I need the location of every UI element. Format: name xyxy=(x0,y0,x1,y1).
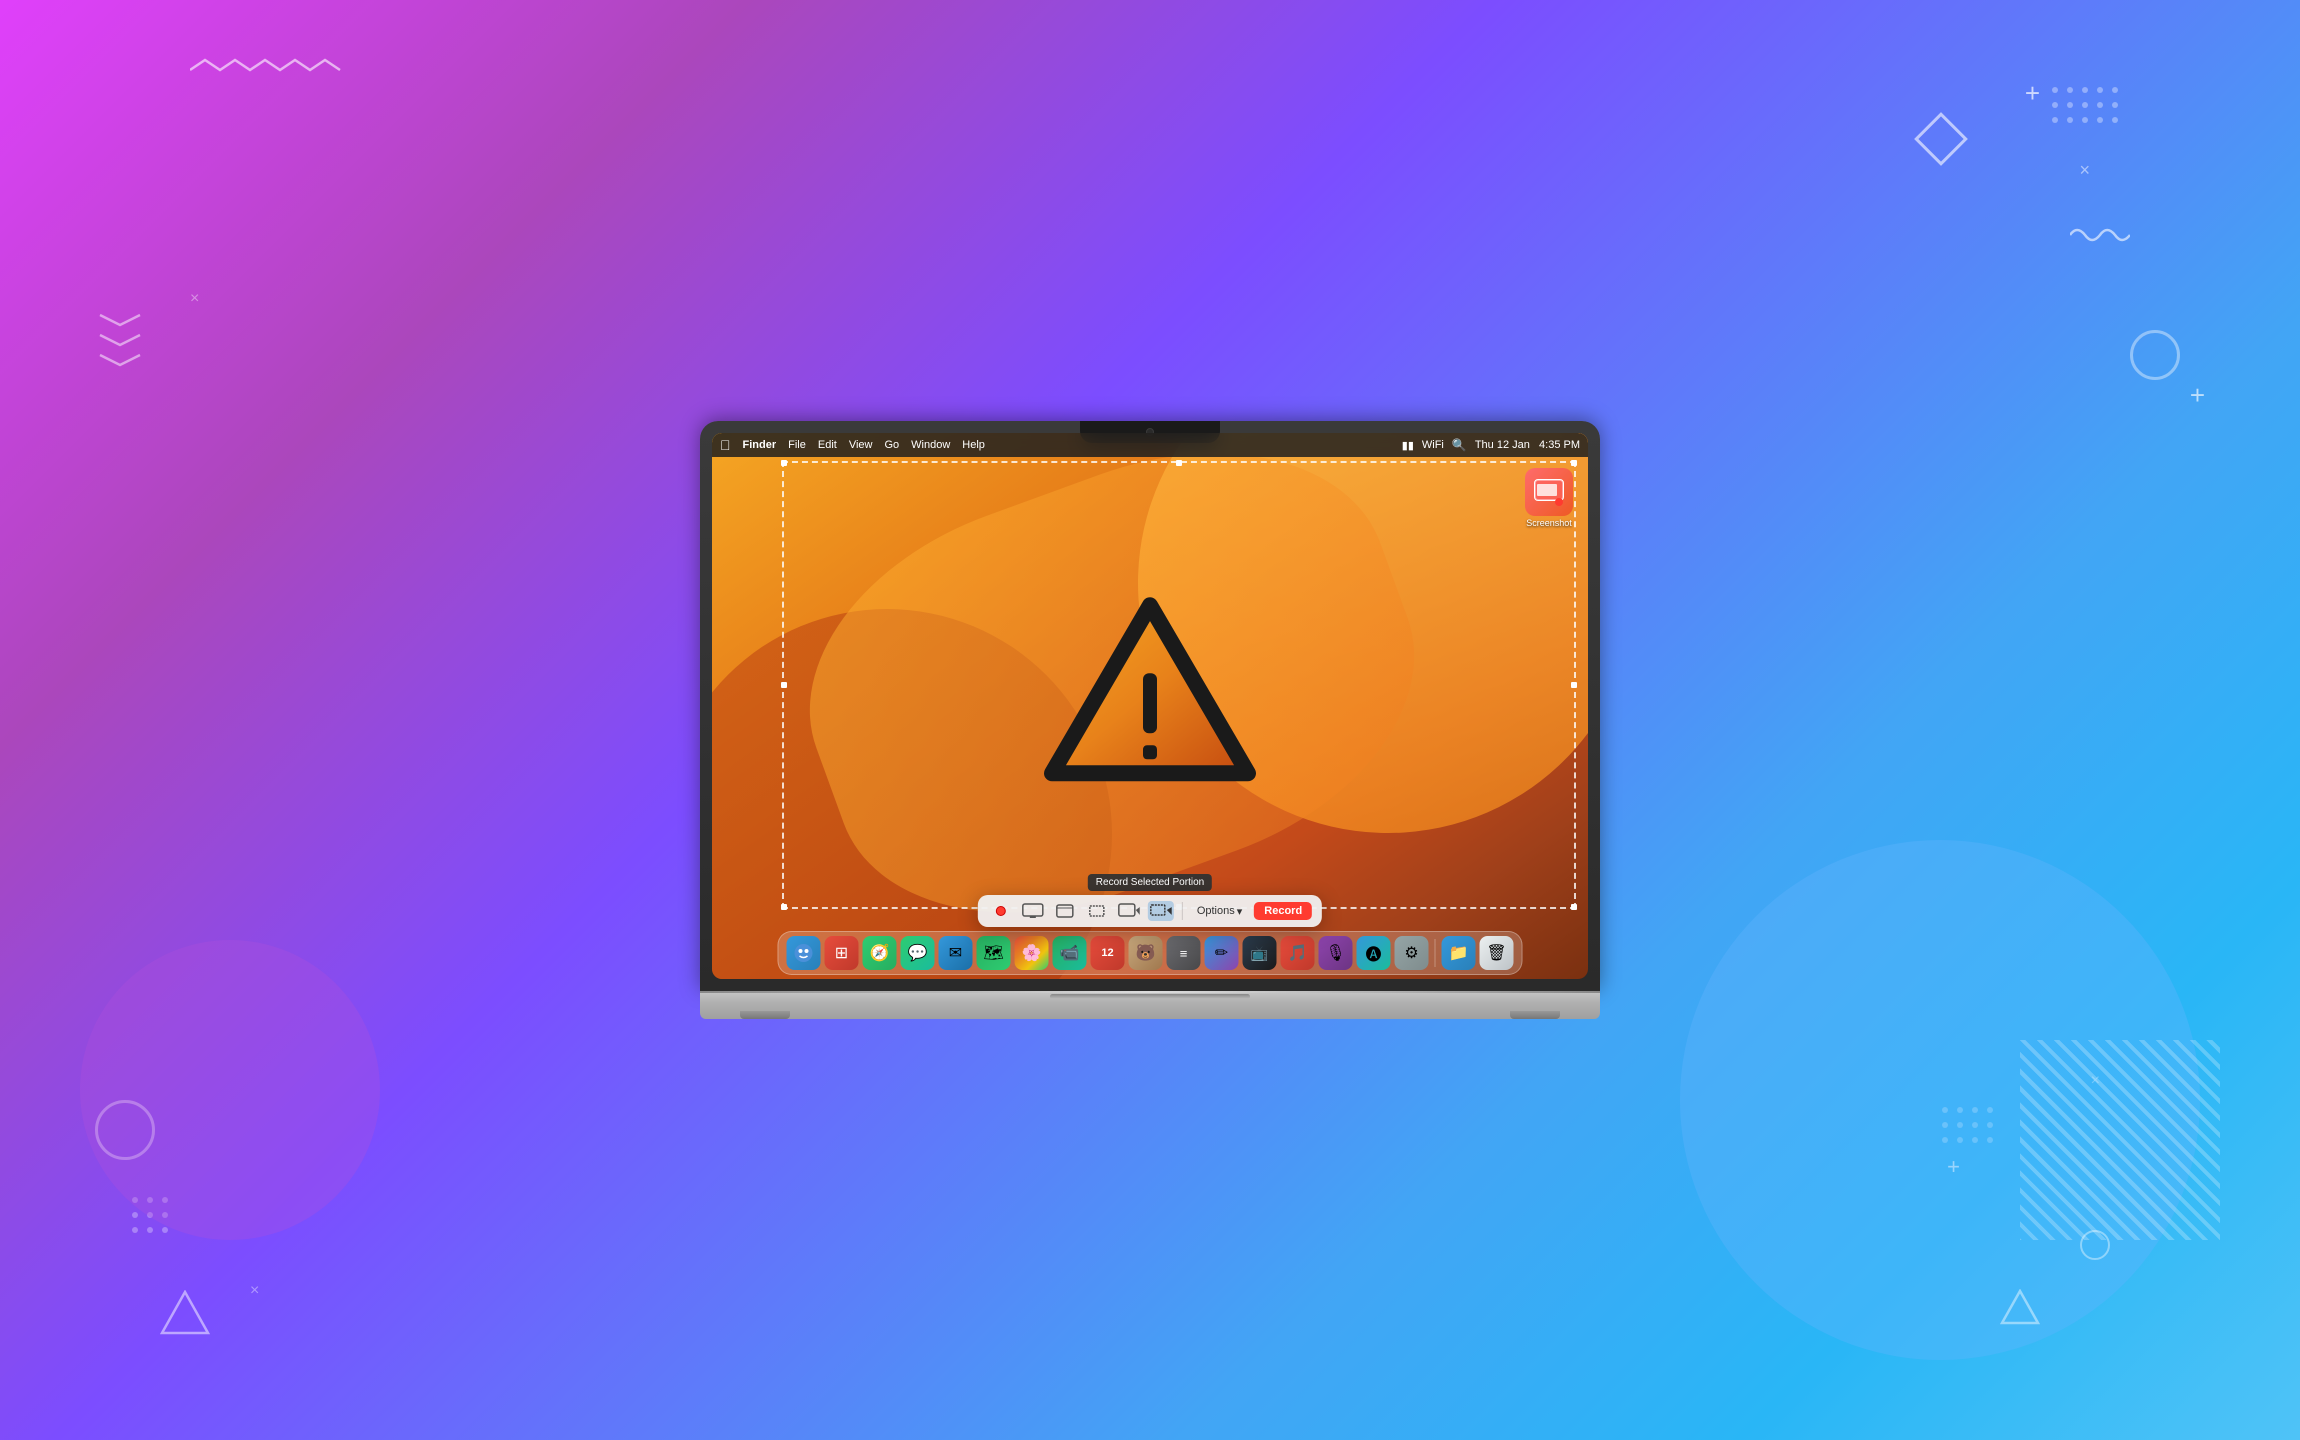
dock-icon-facetime[interactable]: 📹 xyxy=(1053,936,1087,970)
menubar-datetime: Thu 12 Jan 4:35 PM xyxy=(1475,439,1580,451)
files-icon: 📁 xyxy=(1449,943,1469,963)
menubar-window[interactable]: Window xyxy=(911,439,950,451)
selection-handle-br xyxy=(1571,904,1577,910)
calendar-icon: 12 xyxy=(1101,948,1113,959)
dock-icon-trash[interactable]: 🗑 xyxy=(1480,936,1514,970)
menubar-right: ▮▮ WiFi 🔍 Thu 12 Jan 4:35 PM xyxy=(1402,438,1580,452)
menubar-wifi-icon: WiFi xyxy=(1422,439,1444,451)
menubar-edit[interactable]: Edit xyxy=(818,439,837,451)
macos-menubar:  Finder File Edit View Go Window Help ▮… xyxy=(712,433,1588,457)
menubar-battery-icon: ▮▮ xyxy=(1402,439,1414,452)
tooltip-record-selected-portion: Record Selected Portion xyxy=(1088,874,1212,891)
selection-handle-mr xyxy=(1571,682,1577,688)
dock-icon-photos[interactable]: 🌸 xyxy=(1015,936,1049,970)
menubar-file[interactable]: File xyxy=(788,439,806,451)
menubar-help[interactable]: Help xyxy=(962,439,985,451)
mail-icon: ✉ xyxy=(949,943,962,963)
dock-icon-appstore[interactable]: 🅐 xyxy=(1357,936,1391,970)
dock-icon-settings[interactable]: ⚙ xyxy=(1395,936,1429,970)
menubar-go[interactable]: Go xyxy=(884,439,899,451)
dock-icon-maps[interactable]: 🗺 xyxy=(977,936,1011,970)
dock-icon-messages[interactable]: 💬 xyxy=(901,936,935,970)
macbook-feet xyxy=(700,1011,1600,1019)
toolbar-options-button[interactable]: Options ▾ xyxy=(1191,903,1248,920)
selection-handle-mt xyxy=(1176,460,1182,466)
selection-handle-ml xyxy=(781,682,787,688)
appletv-icon: 📺 xyxy=(1251,945,1268,962)
dock-icon-launchpad[interactable]: ⊞ xyxy=(825,936,859,970)
selection-handle-bl xyxy=(781,904,787,910)
dock-icon-reminders[interactable]: ≡ xyxy=(1167,936,1201,970)
screenshot-selection xyxy=(782,461,1576,909)
macbook-base xyxy=(700,991,1600,1019)
dock-icon-safari[interactable]: 🧭 xyxy=(863,936,897,970)
music-icon: 🎵 xyxy=(1288,943,1308,963)
toolbar-btn-capture-screen[interactable] xyxy=(1020,901,1046,921)
dock-icon-freeform[interactable]: ✏ xyxy=(1205,936,1239,970)
screenshot-toolbar: Options ▾ Record xyxy=(978,895,1322,927)
toolbar-record-button[interactable]: Record xyxy=(1254,902,1312,920)
toolbar-separator xyxy=(1182,902,1183,920)
macbook-screen:  Finder File Edit View Go Window Help ▮… xyxy=(712,433,1588,979)
toolbar-btn-capture-portion[interactable] xyxy=(1084,901,1110,921)
toolbar-btn-record-portion[interactable] xyxy=(1148,901,1174,921)
dock-icon-appletv[interactable]: 📺 xyxy=(1243,936,1277,970)
macos-dock: ⊞ 🧭 💬 ✉ 🗺 xyxy=(778,931,1523,975)
menubar-search-icon[interactable]: 🔍 xyxy=(1452,438,1467,452)
messages-icon: 💬 xyxy=(908,943,928,963)
facetime-icon: 📹 xyxy=(1060,943,1080,963)
dock-icon-finder[interactable] xyxy=(787,936,821,970)
toolbar-btn-capture-window[interactable] xyxy=(1052,901,1078,921)
dock-icon-music[interactable]: 🎵 xyxy=(1281,936,1315,970)
dock-icon-files[interactable]: 📁 xyxy=(1442,936,1476,970)
macbook-hinge-groove xyxy=(1050,994,1250,999)
menubar-view[interactable]: View xyxy=(849,439,873,451)
selection-handle-tl xyxy=(781,460,787,466)
toolbar-options-label: Options xyxy=(1197,905,1235,917)
dock-icon-bear[interactable]: 🐻 xyxy=(1129,936,1163,970)
dock-icon-mail[interactable]: ✉ xyxy=(939,936,973,970)
menubar-apple-icon[interactable]:  xyxy=(720,437,731,453)
macbook-foot-right xyxy=(1510,1011,1560,1019)
macbook-foot-left xyxy=(740,1011,790,1019)
maps-icon: 🗺 xyxy=(983,943,1003,963)
menubar-finder[interactable]: Finder xyxy=(743,439,777,451)
bear-icon: 🐻 xyxy=(1136,943,1156,963)
dock-divider xyxy=(1435,939,1436,967)
launchpad-icon: ⊞ xyxy=(835,943,848,963)
macbook-lid:  Finder File Edit View Go Window Help ▮… xyxy=(700,421,1600,991)
settings-icon: ⚙ xyxy=(1404,943,1418,963)
trash-icon: 🗑 xyxy=(1486,943,1506,963)
reminders-icon: ≡ xyxy=(1180,946,1188,961)
freeform-icon: ✏ xyxy=(1215,943,1228,963)
macos-desktop:  Finder File Edit View Go Window Help ▮… xyxy=(712,433,1588,979)
photos-icon: 🌸 xyxy=(1022,943,1042,963)
safari-icon: 🧭 xyxy=(870,943,890,963)
toolbar-btn-record-dot[interactable] xyxy=(988,901,1014,921)
dock-icon-calendar[interactable]: 12 xyxy=(1091,936,1125,970)
toolbar-options-chevron-icon: ▾ xyxy=(1237,905,1243,918)
macbook-body:  Finder File Edit View Go Window Help ▮… xyxy=(700,421,1600,1019)
menubar-left:  Finder File Edit View Go Window Help xyxy=(720,437,1402,453)
dock-icon-podcasts[interactable]: 🎙 xyxy=(1319,936,1353,970)
selection-handle-tr xyxy=(1571,460,1577,466)
podcasts-icon: 🎙 xyxy=(1325,943,1345,963)
appstore-icon: 🅐 xyxy=(1365,941,1381,965)
macbook:  Finder File Edit View Go Window Help ▮… xyxy=(700,421,1600,1019)
toolbar-btn-record-screen[interactable] xyxy=(1116,901,1142,921)
record-dot-icon xyxy=(996,906,1006,916)
